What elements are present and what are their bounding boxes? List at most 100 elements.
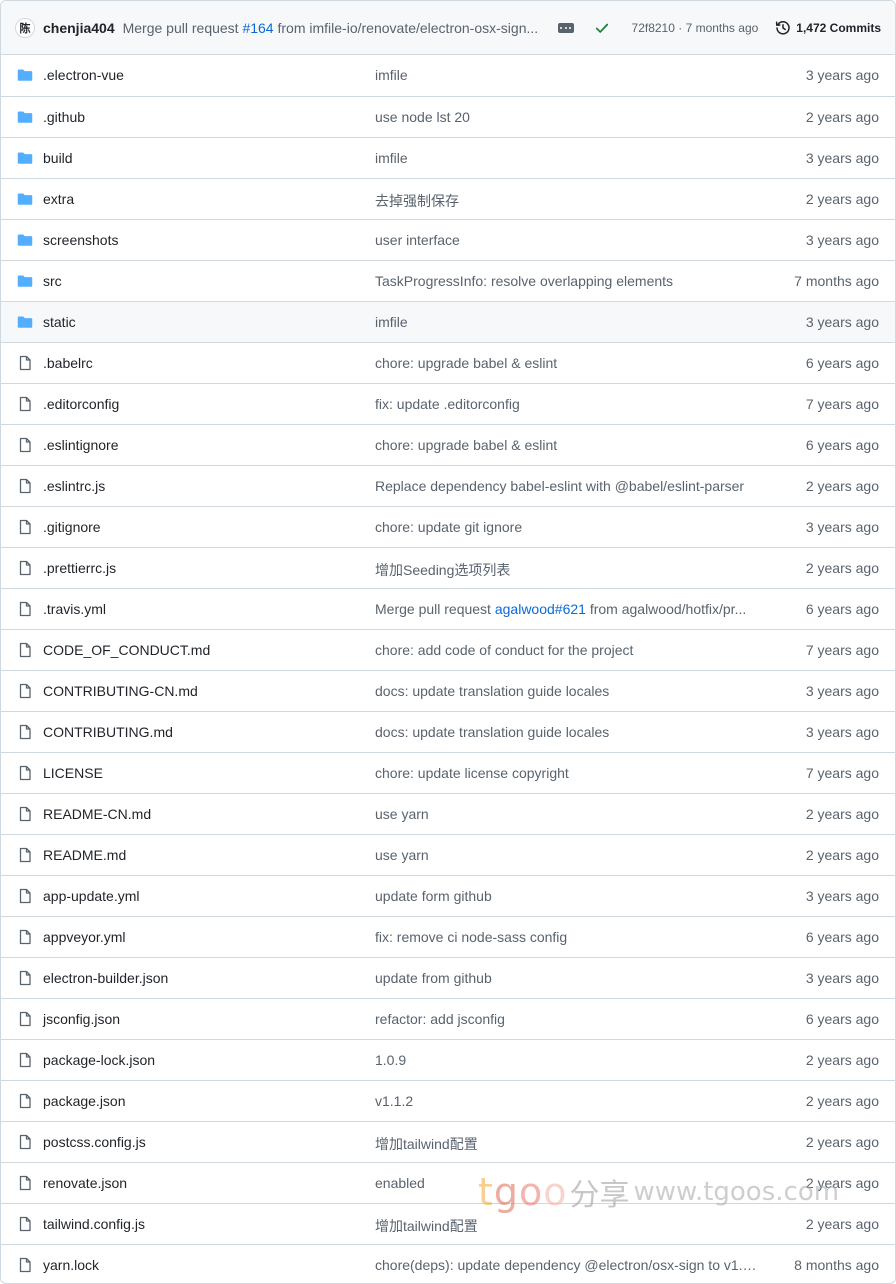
last-modified-time[interactable]: 2 years ago [806,1175,879,1191]
commit-message-link[interactable]: fix: update .editorconfig [375,396,759,412]
commit-sha-time[interactable]: 72f8210 · 7 months ago [632,21,759,35]
file-name-link[interactable]: .eslintrc.js [43,478,105,494]
commit-message-link[interactable]: Merge pull request agalwood#621 from aga… [375,601,759,617]
last-modified-time[interactable]: 2 years ago [806,1216,879,1232]
commit-message-link[interactable]: v1.1.2 [375,1093,759,1109]
file-name-link[interactable]: .babelrc [43,355,93,371]
file-row[interactable]: appveyor.yml fix: remove ci node-sass con… [1,916,895,957]
file-row[interactable]: electron-builder.json update from github 3… [1,957,895,998]
commit-message-link[interactable]: refactor: add jsconfig [375,1011,759,1027]
file-row[interactable]: CONTRIBUTING-CN.md docs: update translati… [1,670,895,711]
last-modified-time[interactable]: 2 years ago [806,560,879,576]
file-name-link[interactable]: CONTRIBUTING-CN.md [43,683,198,699]
file-name-link[interactable]: app-update.yml [43,888,140,904]
commit-message-link[interactable]: use yarn [375,847,759,863]
folder-name-link[interactable]: src [43,273,62,289]
folder-name-link[interactable]: extra [43,191,74,207]
file-row[interactable]: .travis.yml Merge pull request agalwood#6… [1,588,895,629]
file-row[interactable]: .eslintignore chore: upgrade babel & esli… [1,424,895,465]
file-row[interactable]: package.json v1.1.2 2 years ago [1,1080,895,1121]
file-row[interactable]: extra 去掉强制保存 2 years ago [1,178,895,219]
folder-name-link[interactable]: static [43,314,76,330]
expand-commit-message-button[interactable] [557,22,574,33]
commit-message-link[interactable]: use node lst 20 [375,109,759,125]
last-modified-time[interactable]: 7 years ago [806,765,879,781]
commit-message-link[interactable]: 增加Seeding选项列表 [375,560,759,580]
commit-author-link[interactable]: chenjia404 [43,20,115,36]
file-name-link[interactable]: electron-builder.json [43,970,168,986]
file-name-link[interactable]: .prettierrc.js [43,560,116,576]
commit-message-link[interactable]: docs: update translation guide locales [375,724,759,740]
commit-message-link[interactable]: chore: upgrade babel & eslint [375,437,759,453]
last-modified-time[interactable]: 6 years ago [806,601,879,617]
commit-message-link[interactable]: TaskProgressInfo: resolve overlapping el… [375,273,759,289]
commit-message-link[interactable]: 增加tailwind配置 [375,1134,759,1154]
file-row[interactable]: app-update.yml update form github 3 years … [1,875,895,916]
last-modified-time[interactable]: 2 years ago [806,478,879,494]
file-name-link[interactable]: package-lock.json [43,1052,155,1068]
file-row[interactable]: .editorconfig fix: update .editorconfig 7 … [1,383,895,424]
last-modified-time[interactable]: 2 years ago [806,1093,879,1109]
file-name-link[interactable]: postcss.config.js [43,1134,146,1150]
file-row[interactable]: .eslintrc.js Replace dependency babel-esl… [1,465,895,506]
last-modified-time[interactable]: 3 years ago [806,232,879,248]
file-name-link[interactable]: .eslintignore [43,437,119,453]
last-modified-time[interactable]: 8 months ago [794,1257,879,1273]
commit-message-link[interactable]: docs: update translation guide locales [375,683,759,699]
file-row[interactable]: LICENSE chore: update license copyright 7 … [1,752,895,793]
last-modified-time[interactable]: 6 years ago [806,1011,879,1027]
file-row[interactable]: .electron-vue imfile 3 years ago [1,55,895,96]
commit-message-link[interactable]: imfile [375,150,759,166]
last-modified-time[interactable]: 7 years ago [806,396,879,412]
last-modified-time[interactable]: 2 years ago [806,109,879,125]
folder-name-link[interactable]: screenshots [43,232,118,248]
history-icon[interactable] [775,20,791,36]
file-row[interactable]: .github use node lst 20 2 years ago [1,96,895,137]
last-modified-time[interactable]: 2 years ago [806,806,879,822]
last-modified-time[interactable]: 2 years ago [806,847,879,863]
avatar[interactable]: 陈 [15,17,35,38]
last-modified-time[interactable]: 2 years ago [806,191,879,207]
commit-message-link[interactable]: enabled [375,1175,759,1191]
commit-message-link[interactable]: imfile [375,67,759,83]
file-name-link[interactable]: .editorconfig [43,396,119,412]
commit-message-link[interactable]: Replace dependency babel-eslint with @ba… [375,478,759,494]
last-modified-time[interactable]: 3 years ago [806,67,879,83]
commit-message-link[interactable]: fix: remove ci node-sass config [375,929,759,945]
commit-message-link[interactable]: imfile [375,314,759,330]
folder-name-link[interactable]: .github [43,109,85,125]
last-modified-time[interactable]: 3 years ago [806,314,879,330]
last-modified-time[interactable]: 3 years ago [806,724,879,740]
commit-message-link[interactable]: use yarn [375,806,759,822]
file-name-link[interactable]: .travis.yml [43,601,106,617]
commit-message-link[interactable]: user interface [375,232,759,248]
last-modified-time[interactable]: 7 months ago [794,273,879,289]
last-modified-time[interactable]: 3 years ago [806,888,879,904]
file-row[interactable]: postcss.config.js 增加tailwind配置 2 years ago [1,1121,895,1162]
file-row[interactable]: tailwind.config.js 增加tailwind配置 2 years ag… [1,1203,895,1244]
last-modified-time[interactable]: 6 years ago [806,437,879,453]
last-modified-time[interactable]: 2 years ago [806,1134,879,1150]
file-row[interactable]: jsconfig.json refactor: add jsconfig 6 yea… [1,998,895,1039]
commit-message-link[interactable]: chore: upgrade babel & eslint [375,355,759,371]
file-name-link[interactable]: README-CN.md [43,806,151,822]
folder-name-link[interactable]: .electron-vue [43,67,124,83]
file-name-link[interactable]: package.json [43,1093,126,1109]
pr-link[interactable]: agalwood#621 [495,601,586,617]
file-row[interactable]: .babelrc chore: upgrade babel & eslint 6 y… [1,342,895,383]
file-name-link[interactable]: LICENSE [43,765,103,781]
folder-name-link[interactable]: build [43,150,73,166]
file-row[interactable]: src TaskProgressInfo: resolve overlapping… [1,260,895,301]
file-name-link[interactable]: CONTRIBUTING.md [43,724,173,740]
last-modified-time[interactable]: 6 years ago [806,355,879,371]
commit-message-link[interactable]: 1.0.9 [375,1052,759,1068]
last-modified-time[interactable]: 3 years ago [806,970,879,986]
file-row[interactable]: screenshots user interface 3 years ago [1,219,895,260]
commit-message-link[interactable]: chore: update git ignore [375,519,759,535]
commit-message-link[interactable]: update from github [375,970,759,986]
file-row[interactable]: package-lock.json 1.0.9 2 years ago [1,1039,895,1080]
last-modified-time[interactable]: 7 years ago [806,642,879,658]
file-row[interactable]: CODE_OF_CONDUCT.md chore: add code of con… [1,629,895,670]
file-name-link[interactable]: README.md [43,847,126,863]
commit-message-link[interactable]: 增加tailwind配置 [375,1216,759,1236]
